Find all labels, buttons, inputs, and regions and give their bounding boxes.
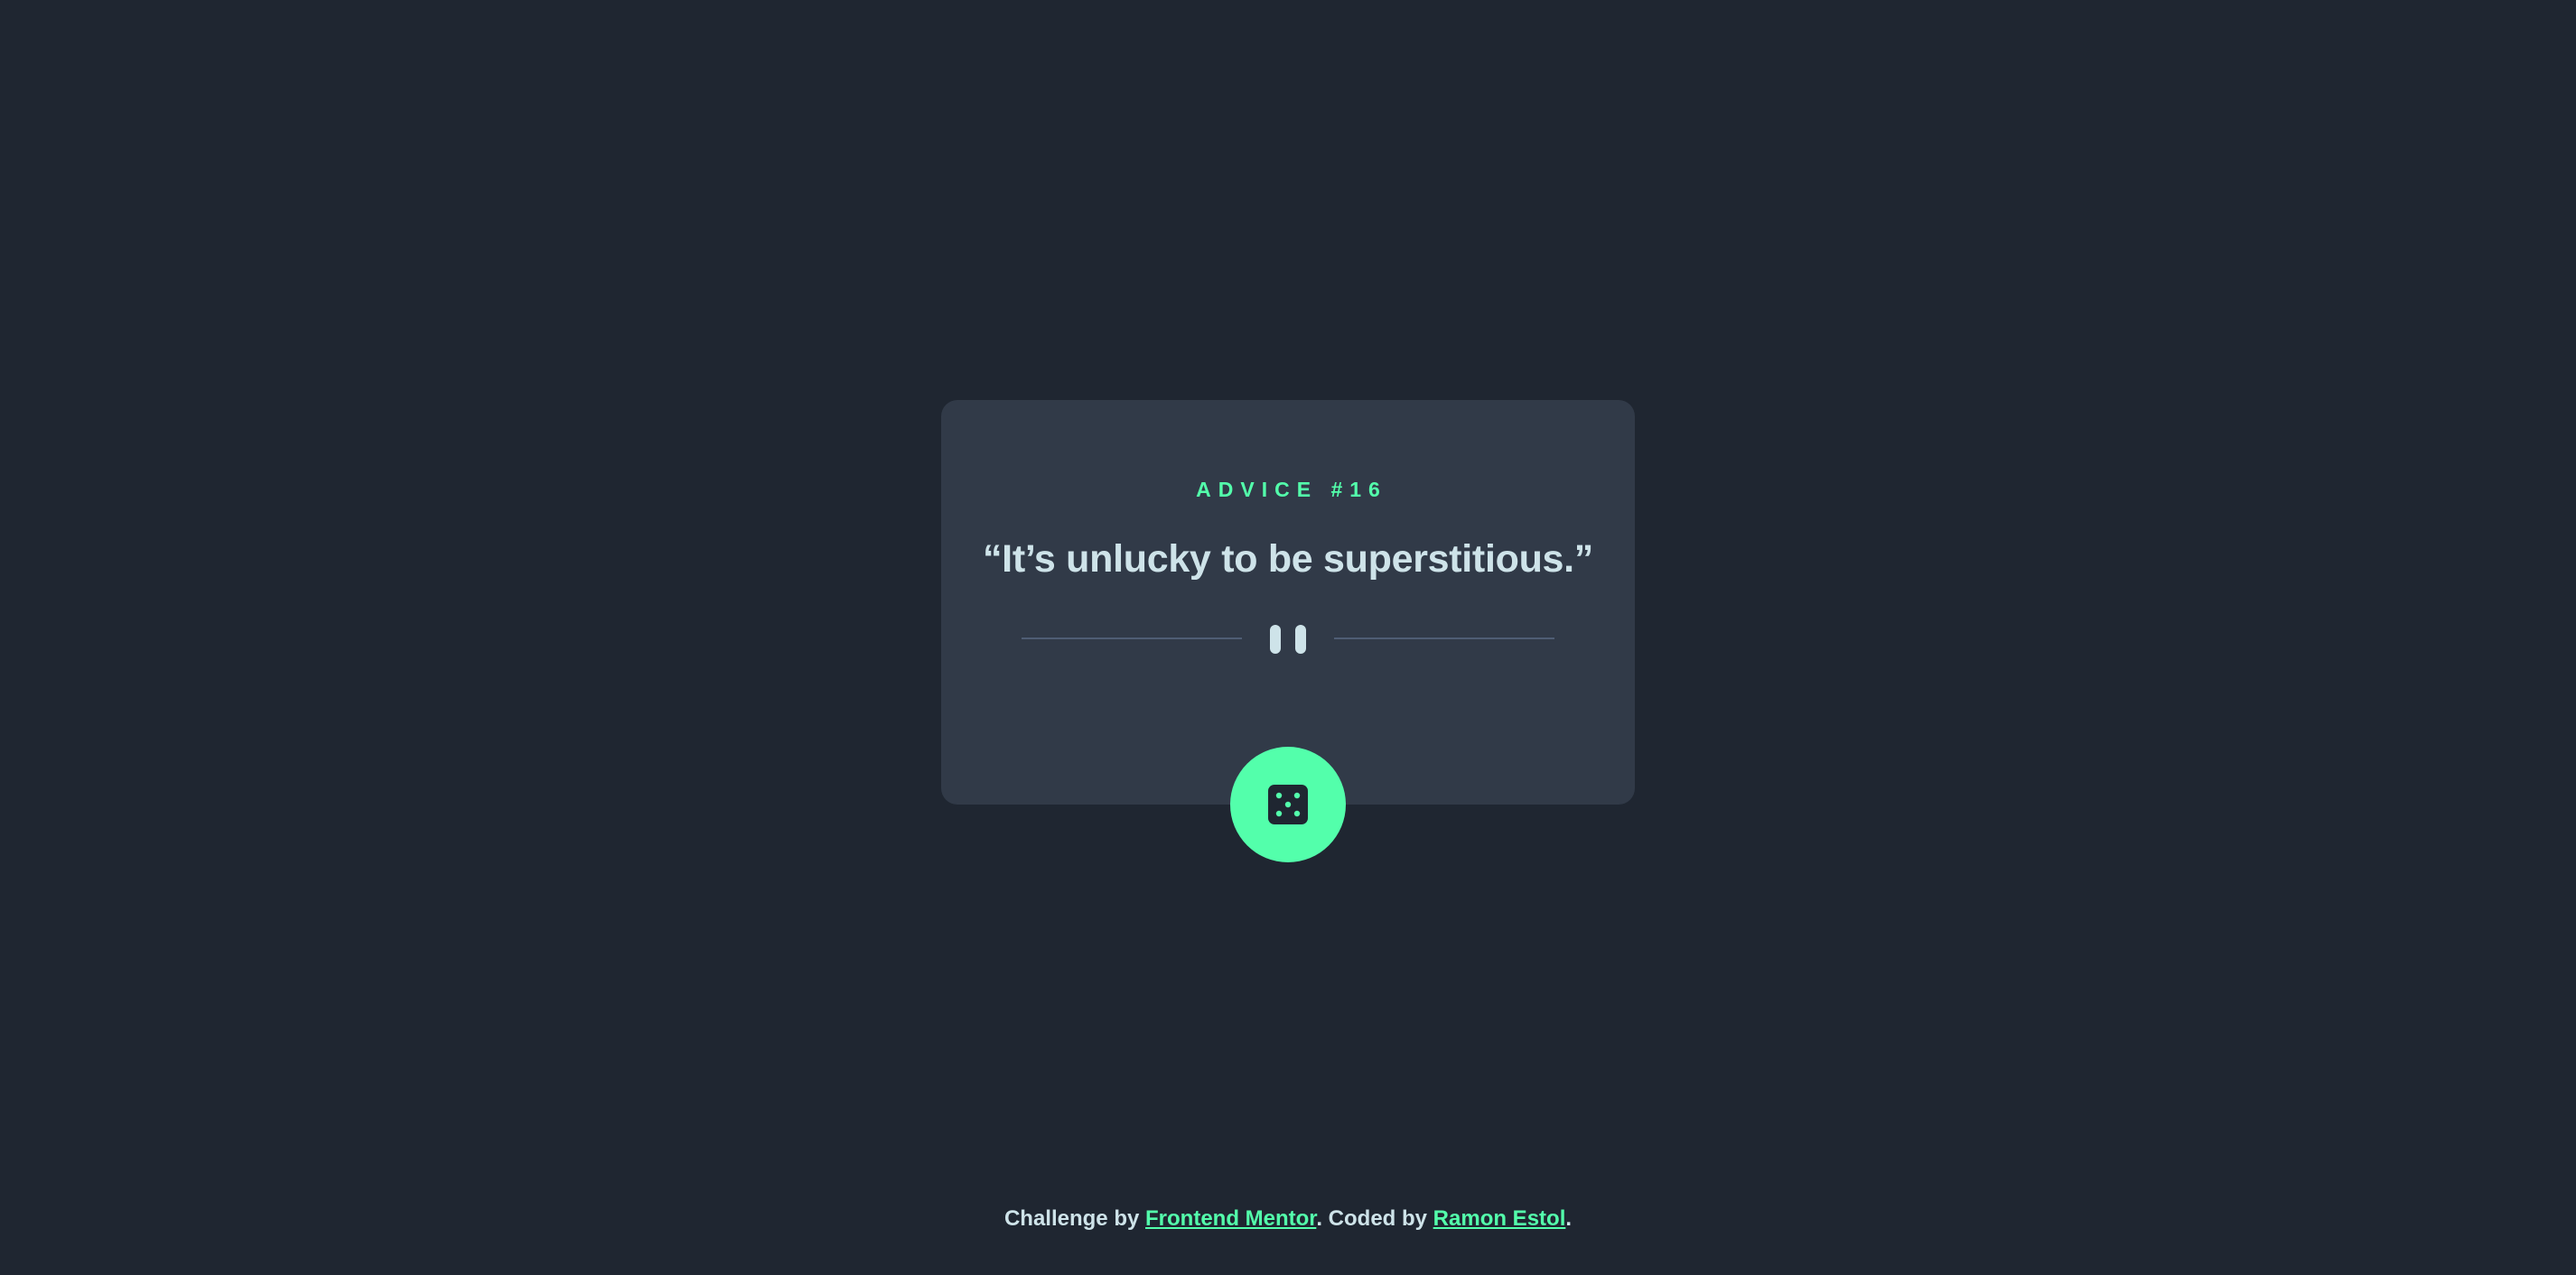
divider-line-right (1334, 638, 1554, 639)
pause-bar-left (1270, 625, 1281, 654)
pause-bar-right (1295, 625, 1306, 654)
author-link[interactable]: Ramon Estol (1433, 1206, 1566, 1231)
advice-id-label: ADVICE #16 (1196, 478, 1387, 501)
frontend-mentor-link[interactable]: Frontend Mentor (1145, 1206, 1316, 1231)
divider (1022, 622, 1554, 655)
divider-line-left (1022, 638, 1242, 639)
pause-icon (1270, 622, 1306, 655)
footer-attribution: Challenge by Frontend Mentor. Coded by R… (0, 1205, 2576, 1233)
new-advice-button[interactable] (1230, 747, 1346, 862)
dice-icon (1268, 785, 1308, 824)
advice-card: ADVICE #16 “It’s unlucky to be superstit… (941, 400, 1635, 805)
footer-prefix: Challenge by (1003, 1206, 1145, 1231)
advice-quote: “It’s unlucky to be superstitious.” (982, 537, 1593, 581)
footer-suffix: . (1565, 1206, 1573, 1231)
footer-middle: . Coded by (1316, 1206, 1433, 1231)
